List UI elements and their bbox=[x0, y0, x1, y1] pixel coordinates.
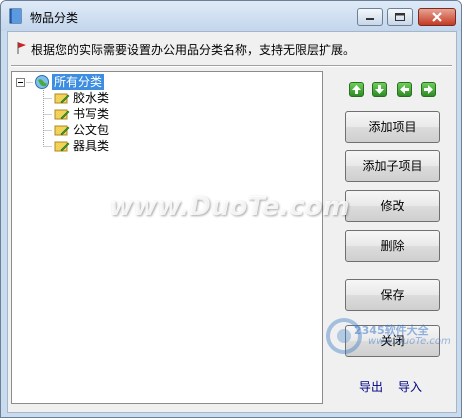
tree-node-label: 器具类 bbox=[73, 139, 110, 153]
folder-pencil-icon bbox=[54, 125, 70, 136]
dialog-window: 物品分类 根据您的实际需要设置办公用品分类名称，支持无限层扩展。 所有分类 胶水… bbox=[0, 0, 462, 418]
move-left-button[interactable] bbox=[397, 82, 412, 97]
maximize-icon bbox=[395, 13, 405, 21]
arrow-up-icon bbox=[352, 85, 361, 94]
add-sub-item-button[interactable]: 添加子项目 bbox=[345, 150, 440, 182]
folder-pencil-icon bbox=[54, 109, 70, 120]
move-down-button[interactable] bbox=[372, 82, 387, 97]
tree-node-label: 书写类 bbox=[73, 107, 110, 121]
folder-pencil-icon bbox=[54, 141, 70, 152]
import-link[interactable]: 导入 bbox=[398, 378, 422, 395]
separator bbox=[11, 65, 452, 67]
tree-node-label: 所有分类 bbox=[52, 74, 105, 90]
window-title: 物品分类 bbox=[30, 11, 79, 25]
close-window-button[interactable] bbox=[418, 8, 456, 26]
move-up-button[interactable] bbox=[349, 82, 364, 97]
flag-icon bbox=[17, 42, 26, 54]
collapse-toggle[interactable] bbox=[16, 78, 25, 87]
maximize-button[interactable] bbox=[387, 8, 413, 26]
minimize-icon bbox=[366, 18, 374, 20]
tree-node-label: 公文包 bbox=[73, 123, 110, 137]
category-tree[interactable]: 所有分类 胶水类 书写类 公文包 器具类 bbox=[11, 71, 323, 404]
hint-text: 根据您的实际需要设置办公用品分类名称，支持无限层扩展。 bbox=[31, 43, 356, 57]
dialog-body: 根据您的实际需要设置办公用品分类名称，支持无限层扩展。 所有分类 胶水类 书写类… bbox=[7, 31, 457, 413]
folder-pencil-icon bbox=[54, 93, 70, 104]
minimize-button[interactable] bbox=[357, 8, 383, 26]
arrow-left-icon bbox=[400, 85, 409, 94]
close-button[interactable]: 关闭 bbox=[345, 325, 440, 357]
edit-button[interactable]: 修改 bbox=[345, 190, 440, 222]
title-bar[interactable]: 物品分类 bbox=[1, 1, 461, 31]
globe-icon bbox=[35, 75, 49, 89]
app-icon bbox=[9, 8, 22, 24]
delete-button[interactable]: 删除 bbox=[345, 230, 440, 262]
add-item-button[interactable]: 添加项目 bbox=[345, 111, 440, 143]
close-icon bbox=[432, 12, 442, 22]
tree-node-label: 胶水类 bbox=[73, 91, 110, 105]
arrow-right-icon bbox=[424, 85, 433, 94]
save-button[interactable]: 保存 bbox=[345, 279, 440, 311]
arrow-down-icon bbox=[375, 85, 384, 94]
export-link[interactable]: 导出 bbox=[359, 378, 383, 395]
move-right-button[interactable] bbox=[421, 82, 436, 97]
